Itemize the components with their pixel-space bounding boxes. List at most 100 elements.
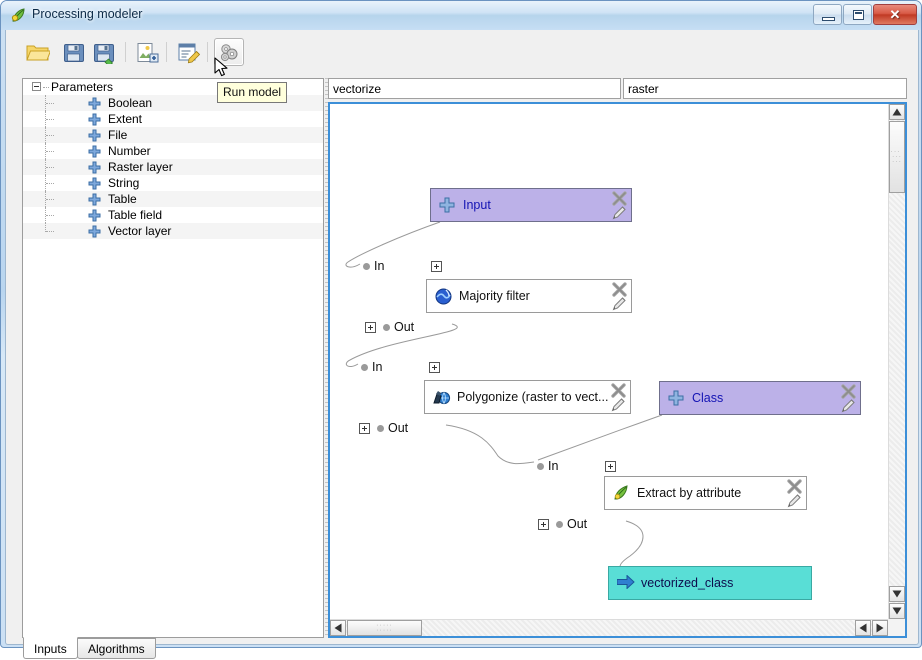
tree-item-raster-layer[interactable]: Raster layer (23, 159, 323, 175)
edit-node-button[interactable] (612, 296, 627, 314)
minimize-button[interactable] (813, 4, 842, 25)
canvas-horizontal-scrollbar[interactable]: ····· ····· (330, 619, 888, 636)
maximize-icon (853, 10, 864, 20)
delete-icon (612, 282, 627, 297)
tree-item-table-field[interactable]: Table field (23, 207, 323, 223)
port-dot-out[interactable] (556, 521, 563, 528)
model-group-input[interactable]: raster (623, 78, 907, 99)
minimize-icon (822, 17, 835, 21)
parameters-tree[interactable]: Parameters Boolean Extent File Number Raster… (23, 79, 323, 637)
edit-node-button[interactable] (612, 205, 627, 223)
title-bar: Processing modeler ✕ (1, 1, 921, 30)
processing-modeler-window: Processing modeler ✕ Parameters Boolean … (0, 0, 922, 659)
tree-item-label: Vector layer (108, 224, 172, 238)
scroll-left-button[interactable] (330, 620, 346, 636)
horizontal-scroll-thumb[interactable]: ····· ····· (347, 620, 422, 636)
open-model-button[interactable] (22, 38, 52, 66)
model-name-input[interactable]: vectorize (328, 78, 621, 99)
scroll-left-button-2[interactable] (855, 620, 871, 636)
scrollbar-corner (888, 619, 905, 636)
edit-icon (841, 399, 855, 413)
port-dot-out[interactable] (383, 324, 390, 331)
tree-line (46, 199, 54, 200)
scroll-right-button[interactable] (872, 620, 888, 636)
scroll-up-button[interactable] (889, 104, 905, 120)
plus-icon (439, 197, 455, 216)
tree-line (46, 183, 54, 184)
tree-item-file[interactable]: File (23, 127, 323, 143)
model-canvas[interactable]: Input In Majority filter Out In Polygonize (r… (330, 104, 888, 619)
model-node-label: Polygonize (raster to vect... (457, 390, 609, 404)
vertical-scroll-thumb[interactable]: ··· ··· ··· (889, 121, 905, 193)
window-title: Processing modeler (32, 7, 143, 21)
model-name-value: vectorize (333, 82, 382, 96)
close-icon: ✕ (889, 7, 901, 22)
model-node-label: Majority filter (459, 289, 530, 303)
tree-item-label: Extent (108, 112, 143, 126)
save-model-as-button[interactable] (88, 38, 118, 66)
model-node-polygonize[interactable]: Polygonize (raster to vect... (424, 380, 631, 414)
model-node-extract-by-attribute[interactable]: Extract by attribute (604, 476, 807, 510)
tree-item-number[interactable]: Number (23, 143, 323, 159)
scroll-down-button-2[interactable] (889, 603, 905, 619)
qgis-icon (613, 485, 629, 504)
model-node-majority-filter[interactable]: Majority filter (426, 279, 632, 313)
close-button[interactable]: ✕ (873, 4, 917, 25)
export-image-button[interactable] (132, 38, 162, 66)
triangle-down-icon (892, 607, 902, 615)
edit-node-button[interactable] (841, 398, 856, 416)
inputs-panel: Parameters Boolean Extent File Number Raster… (22, 78, 324, 638)
tree-line (46, 231, 54, 232)
edit-icon (611, 398, 625, 412)
toolbar (6, 30, 918, 73)
toolbar-separator (125, 42, 126, 62)
tree-item-string[interactable]: String (23, 175, 323, 191)
model-node-label: Input (463, 198, 491, 212)
tab-algorithms[interactable]: Algorithms (77, 638, 156, 659)
maximize-button[interactable] (843, 4, 872, 25)
model-node-vectorized-class[interactable]: vectorized_class (608, 566, 812, 600)
canvas-vertical-scrollbar[interactable]: ··· ··· ··· (888, 104, 905, 619)
triangle-up-icon (892, 108, 902, 116)
triangle-left-icon (859, 623, 867, 633)
port-dot-in[interactable] (361, 364, 368, 371)
edit-node-button[interactable] (611, 397, 626, 415)
gdal-icon (433, 389, 451, 408)
model-node-input[interactable]: Input (430, 188, 632, 222)
delete-icon (612, 191, 627, 206)
port-label-out: Out (388, 421, 409, 435)
tree-item-extent[interactable]: Extent (23, 111, 323, 127)
port-dot-in[interactable] (363, 263, 370, 270)
scroll-down-button[interactable] (889, 586, 905, 602)
collapse-icon[interactable] (32, 82, 41, 91)
port-expander-button[interactable] (429, 362, 440, 373)
edit-node-button[interactable] (787, 493, 802, 511)
tab-inputs[interactable]: Inputs (23, 637, 78, 659)
port-expander-button[interactable] (359, 423, 370, 434)
port-dot-out[interactable] (377, 425, 384, 432)
tree-item-label: Table field (108, 208, 163, 222)
edit-icon (612, 297, 626, 311)
tree-line (46, 119, 54, 120)
scroll-grip-icon: ··· ··· ··· (890, 148, 902, 166)
port-dot-in[interactable] (537, 463, 544, 470)
model-group-value: raster (628, 82, 659, 96)
port-expander-button[interactable] (431, 261, 442, 272)
tree-item-table[interactable]: Table (23, 191, 323, 207)
triangle-left-icon (334, 623, 342, 633)
tab-inputs-label: Inputs (34, 642, 67, 656)
model-node-class[interactable]: Class (659, 381, 861, 415)
port-expander-button[interactable] (605, 461, 616, 472)
mouse-cursor-icon (214, 57, 230, 82)
edit-help-button[interactable] (173, 38, 203, 66)
save-model-button[interactable] (58, 38, 88, 66)
tree-line (46, 215, 54, 216)
tree-children: Boolean Extent File Number Raster layer Strin… (23, 95, 323, 239)
tree-line (43, 87, 49, 88)
plus-icon (88, 225, 101, 242)
delete-icon (787, 479, 802, 494)
port-expander-button[interactable] (538, 519, 549, 530)
port-label-in: In (374, 259, 385, 273)
port-expander-button[interactable] (365, 322, 376, 333)
tree-item-vector-layer[interactable]: Vector layer (23, 223, 323, 239)
